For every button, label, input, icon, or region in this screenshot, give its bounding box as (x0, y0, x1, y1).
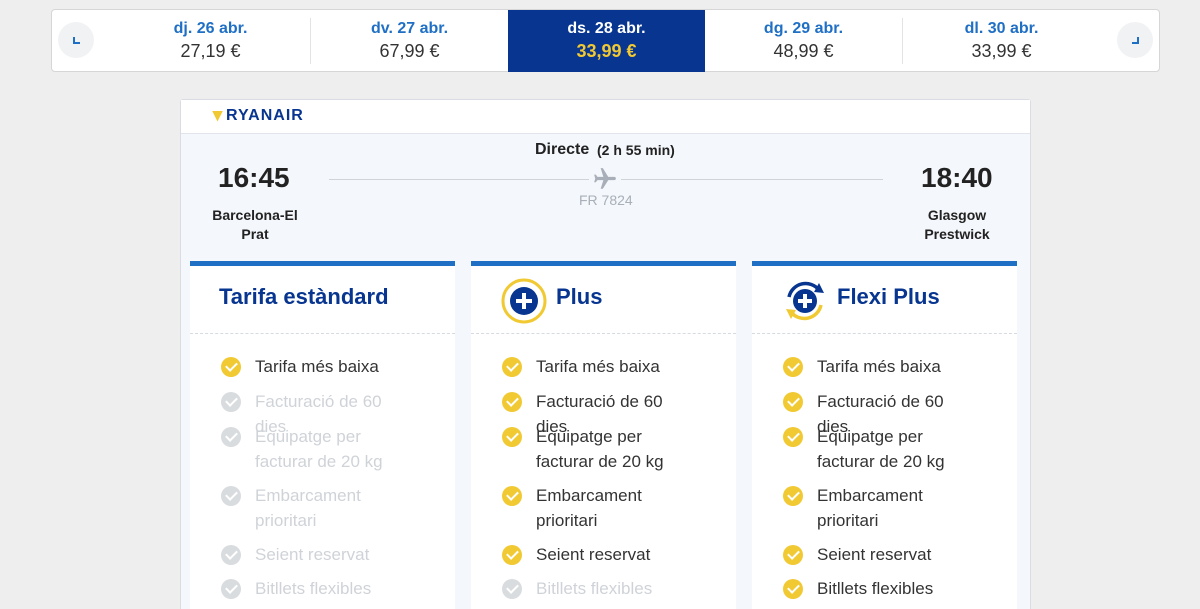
fare-name: Tarifa estàndard (219, 284, 389, 309)
fare-feature: Tarifa més baixa (221, 354, 415, 379)
date-label: dl. 30 abr. (964, 20, 1039, 37)
check-icon (502, 357, 522, 377)
chevron-right-icon (1131, 36, 1139, 44)
chevron-left-icon (72, 36, 80, 44)
route-line (621, 179, 883, 180)
check-icon (783, 392, 803, 412)
date-carousel: dj. 26 abr. 27,19 € dv. 27 abr. 67,99 € … (51, 9, 1160, 72)
ryanair-logo: RYANAIR (212, 107, 304, 125)
fare-feature: Equipatge per facturar de 20 kg (502, 424, 696, 474)
check-icon (783, 579, 803, 599)
fare-feature: Embarcament prioritari (221, 483, 415, 533)
harp-icon (212, 110, 223, 122)
fare-feature: Tarifa més baixa (502, 354, 696, 379)
airline-header: RYANAIR (181, 100, 1030, 134)
check-icon (783, 486, 803, 506)
destination-name-line1: Glasgow (927, 207, 987, 223)
flight-card: RYANAIR Directe (2 h 55 min) 16:45 18:40… (180, 99, 1031, 609)
check-icon (221, 579, 241, 599)
flight-duration: (2 h 55 min) (597, 142, 675, 158)
next-dates-button[interactable] (1117, 22, 1153, 58)
check-icon (221, 486, 241, 506)
origin-airport: Barcelona-El Prat (200, 206, 310, 244)
fare-header: Flexi Plus (752, 266, 1017, 334)
airplane-icon (594, 168, 616, 189)
route-line (329, 179, 589, 180)
origin-name-line1: Barcelona-El (212, 207, 298, 223)
plus-circle-icon (501, 278, 547, 324)
fare-name: Flexi Plus (837, 284, 940, 309)
check-icon (783, 427, 803, 447)
date-label: dg. 29 abr. (763, 20, 844, 37)
fare-feature: Bitllets flexibles (783, 576, 977, 601)
check-icon (502, 392, 522, 412)
check-icon (502, 486, 522, 506)
destination-name-line2: Prestwick (924, 226, 990, 242)
check-icon (502, 427, 522, 447)
date-price: 33,99 € (576, 41, 637, 61)
date-tab-27-apr[interactable]: dv. 27 abr. 67,99 € (311, 10, 508, 72)
fare-header: Tarifa estàndard (190, 266, 455, 334)
destination-airport: Glasgow Prestwick (902, 206, 1012, 244)
date-price: 67,99 € (379, 41, 440, 61)
date-tab-28-apr-selected[interactable]: ds. 28 abr. 33,99 € (508, 10, 705, 72)
check-icon (221, 545, 241, 565)
fare-header: Plus (471, 266, 736, 334)
fare-feature: Seient reservat (502, 542, 696, 567)
check-icon (783, 545, 803, 565)
fare-feature: Equipatge per facturar de 20 kg (221, 424, 415, 474)
departure-time: 16:45 (218, 162, 290, 193)
date-label: ds. 28 abr. (567, 20, 646, 37)
fare-feature: Seient reservat (221, 542, 415, 567)
date-price: 33,99 € (971, 41, 1032, 61)
check-icon (502, 545, 522, 565)
origin-name-line2: Prat (241, 226, 269, 242)
fare-name: Plus (556, 284, 603, 309)
date-tab-29-apr[interactable]: dg. 29 abr. 48,99 € (705, 10, 902, 72)
fare-card-flexi-plus[interactable]: Flexi Plus Tarifa més baixa Facturació d… (752, 261, 1017, 609)
previous-dates-button[interactable] (58, 22, 94, 58)
fare-feature: Bitllets flexibles (221, 576, 415, 601)
date-tab-30-apr[interactable]: dl. 30 abr. 33,99 € (903, 10, 1100, 72)
flight-number: FR 7824 (579, 192, 633, 208)
date-label: dv. 27 abr. (370, 20, 449, 37)
date-tab-26-apr[interactable]: dj. 26 abr. 27,19 € (112, 10, 309, 72)
date-price: 27,19 € (180, 41, 241, 61)
fare-feature: Embarcament prioritari (502, 483, 696, 533)
fare-feature: Seient reservat (783, 542, 977, 567)
flexi-plus-icon (786, 281, 824, 321)
check-icon (221, 392, 241, 412)
fare-feature: Bitllets flexibles (502, 576, 696, 601)
fare-feature: Tarifa més baixa (783, 354, 977, 379)
date-price: 48,99 € (773, 41, 834, 61)
flight-type: Directe (535, 141, 590, 158)
check-icon (783, 357, 803, 377)
date-label: dj. 26 abr. (173, 20, 248, 37)
check-icon (221, 427, 241, 447)
arrival-time: 18:40 (921, 162, 993, 193)
check-icon (221, 357, 241, 377)
check-icon (502, 579, 522, 599)
fare-card-standard[interactable]: Tarifa estàndard Tarifa més baixa Factur… (190, 261, 455, 609)
fare-card-plus[interactable]: Plus Tarifa més baixa Facturació de 60 d… (471, 261, 736, 609)
fare-feature: Equipatge per facturar de 20 kg (783, 424, 977, 474)
fare-feature: Embarcament prioritari (783, 483, 977, 533)
airline-name: RYANAIR (226, 107, 304, 124)
